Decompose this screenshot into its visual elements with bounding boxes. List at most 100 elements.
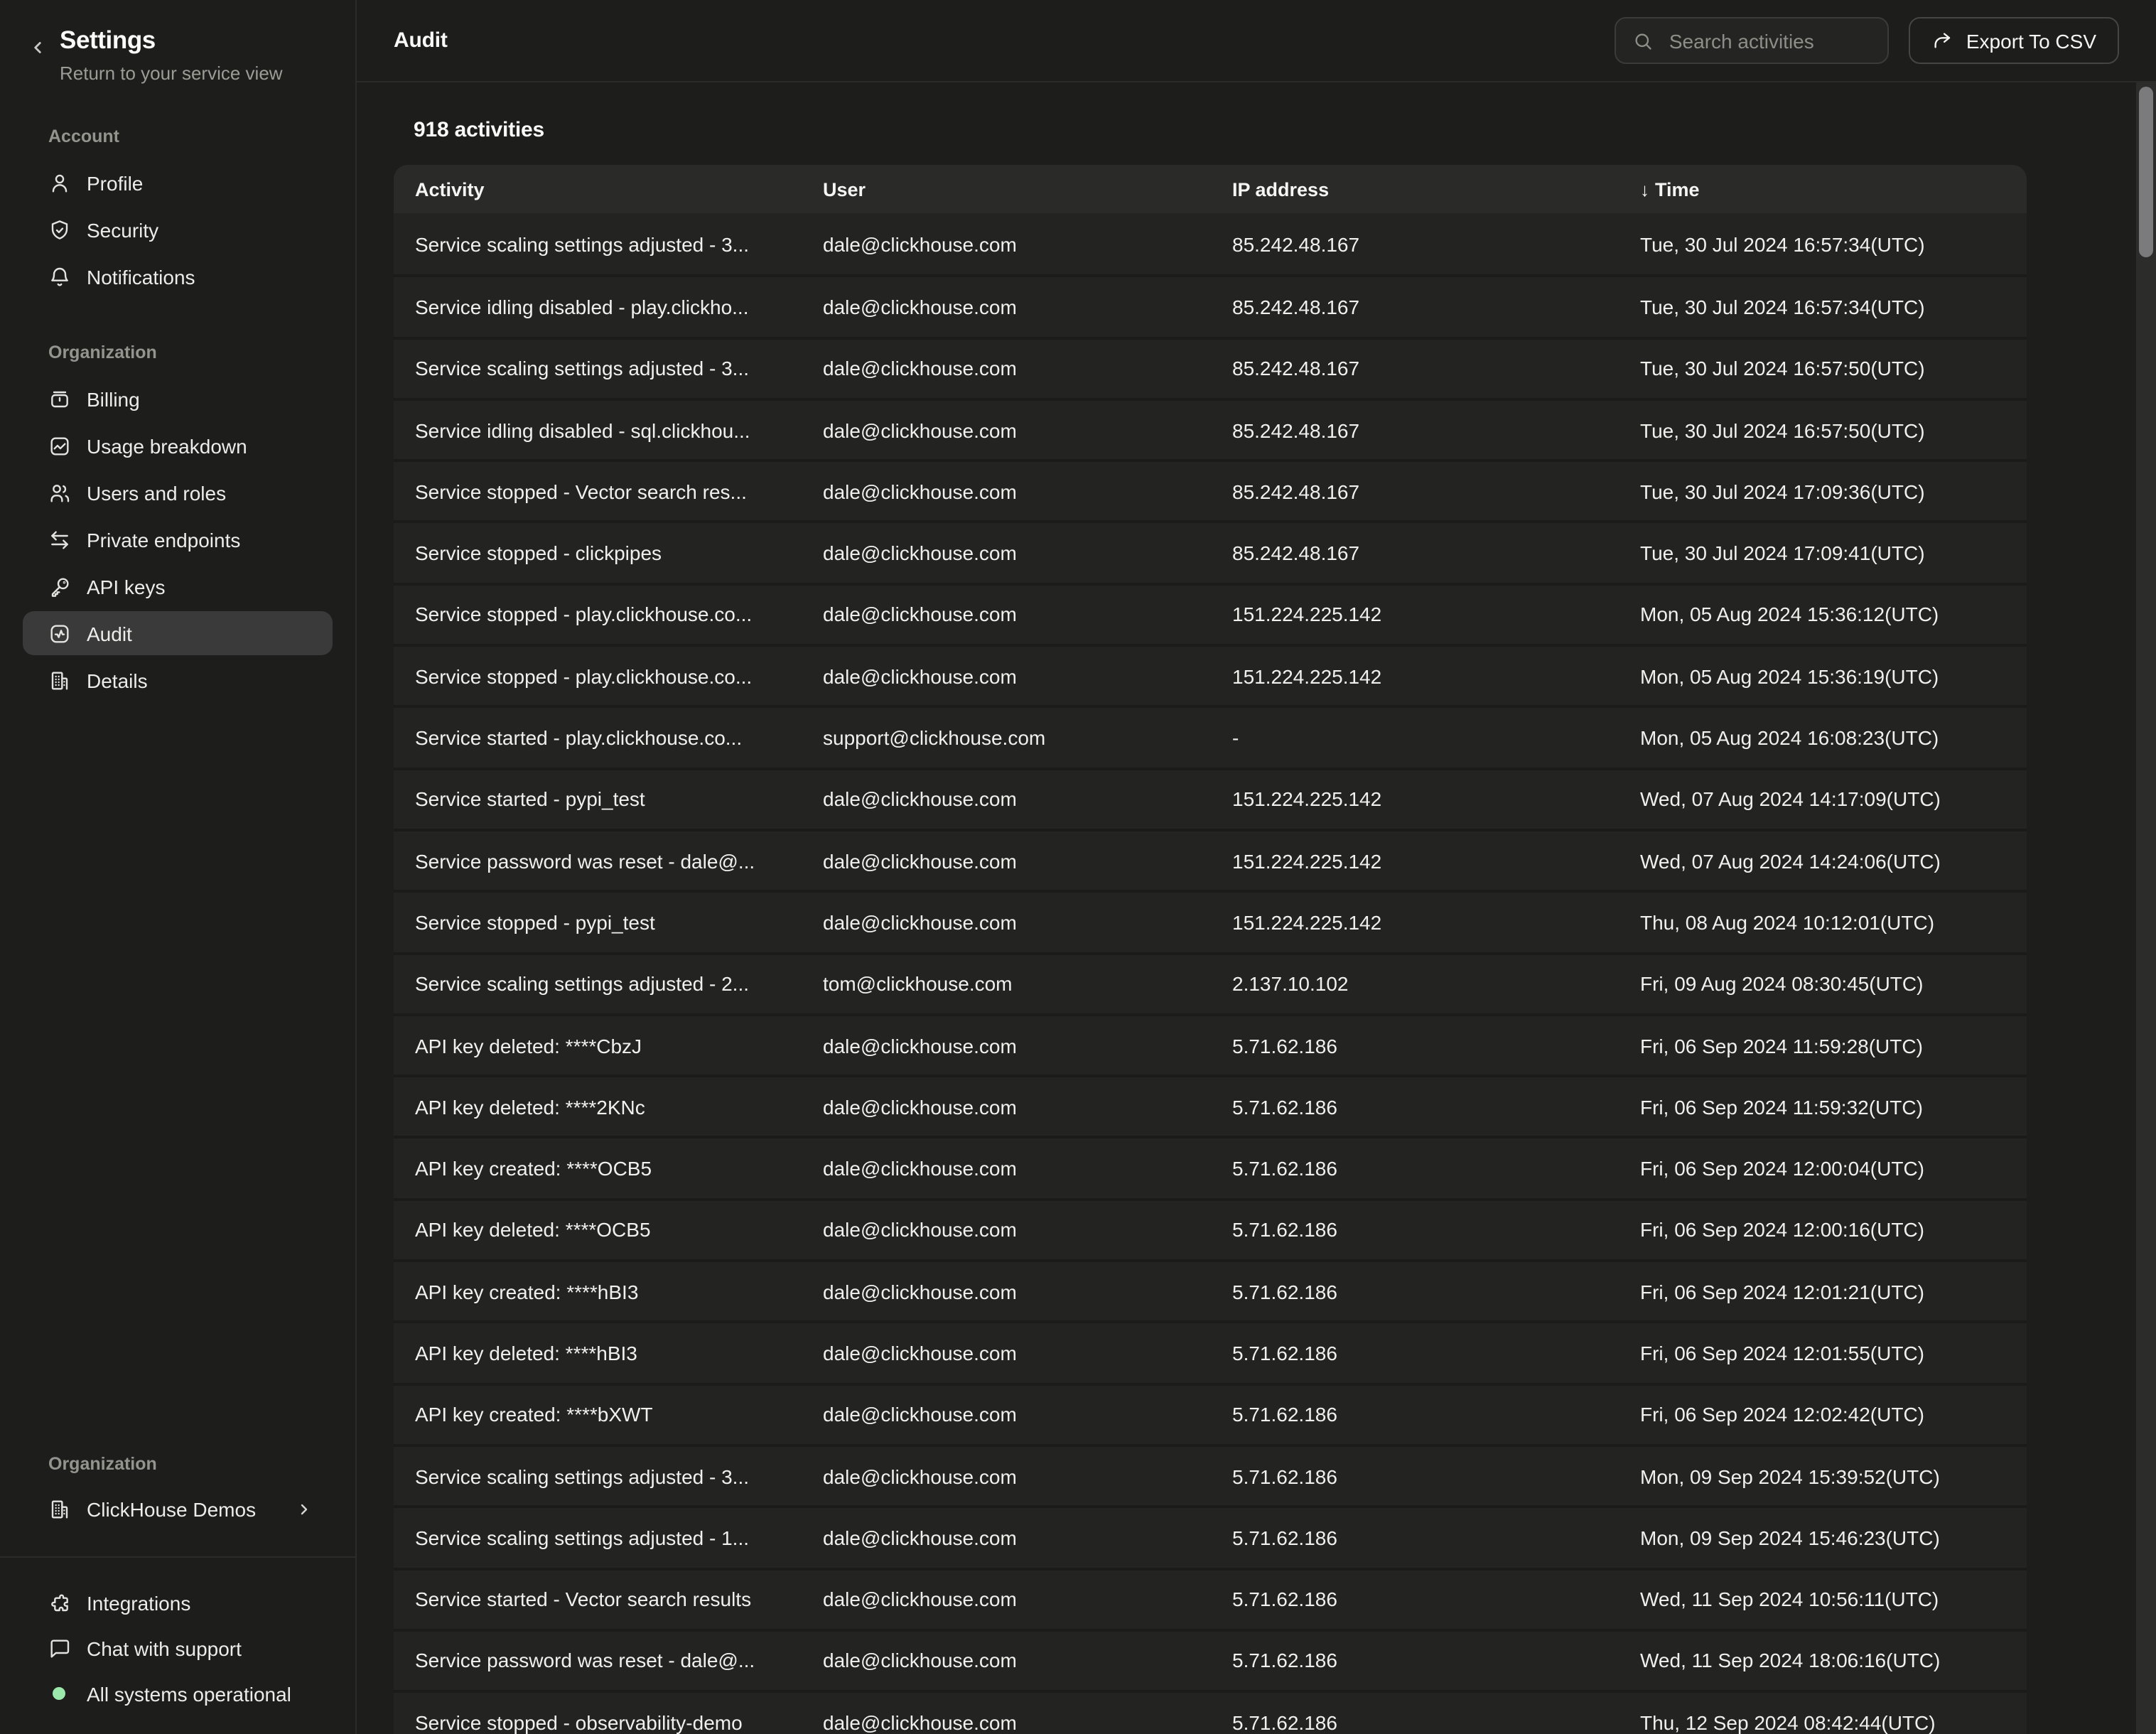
time-cell: Wed, 11 Sep 2024 10:56:11(UTC) xyxy=(1640,1588,2027,1610)
time-cell: Mon, 05 Aug 2024 15:36:12(UTC) xyxy=(1640,603,2027,626)
sidebar-item-users-and-roles[interactable]: Users and roles xyxy=(23,470,333,515)
main-area: Audit Export To CSV 918 activities Activ… xyxy=(357,0,2156,1734)
scrollbar-thumb[interactable] xyxy=(2139,87,2153,257)
sidebar-item-api-keys[interactable]: API keys xyxy=(23,564,333,608)
table-row: Service scaling settings adjusted - 3...… xyxy=(394,336,2027,398)
user-cell: dale@clickhouse.com xyxy=(823,1465,1232,1487)
user-icon xyxy=(48,171,71,194)
activity-cell: Service password was reset - dale@... xyxy=(394,849,823,872)
activity-count: 918 activities xyxy=(414,118,2119,142)
ip-cell: 151.224.225.142 xyxy=(1232,664,1640,687)
user-cell: dale@clickhouse.com xyxy=(823,1711,1232,1734)
sidebar-item-label: Security xyxy=(87,218,158,241)
users-icon xyxy=(48,481,71,504)
time-cell: Mon, 05 Aug 2024 15:36:19(UTC) xyxy=(1640,664,2027,687)
activity-cell: Service stopped - observability-demo xyxy=(394,1711,823,1734)
sidebar-item-label: Chat with support xyxy=(87,1637,242,1659)
sidebar-item-security[interactable]: Security xyxy=(23,208,333,252)
time-cell: Fri, 06 Sep 2024 11:59:28(UTC) xyxy=(1640,1034,2027,1057)
table-row: Service scaling settings adjusted - 3...… xyxy=(394,213,2027,275)
column-header-ip[interactable]: IP address xyxy=(1232,178,1640,200)
time-cell: Fri, 06 Sep 2024 12:00:16(UTC) xyxy=(1640,1219,2027,1242)
time-cell: Fri, 06 Sep 2024 12:01:21(UTC) xyxy=(1640,1280,2027,1303)
activity-cell: Service stopped - play.clickhouse.co... xyxy=(394,603,823,626)
sidebar-item-notifications[interactable]: Notifications xyxy=(23,254,333,298)
time-cell: Fri, 06 Sep 2024 12:02:42(UTC) xyxy=(1640,1404,2027,1426)
table-row: Service password was reset - dale@... da… xyxy=(394,829,2027,890)
org-switcher-name: ClickHouse Demos xyxy=(87,1497,256,1520)
sidebar-item-profile[interactable]: Profile xyxy=(23,161,333,205)
user-cell: tom@clickhouse.com xyxy=(823,972,1232,995)
table-row: Service stopped - pypi_test dale@clickho… xyxy=(394,890,2027,952)
table-row: Service started - Vector search results … xyxy=(394,1567,2027,1629)
table-row: Service stopped - clickpipes dale@clickh… xyxy=(394,521,2027,583)
org-switcher[interactable]: ClickHouse Demos xyxy=(23,1487,333,1531)
activity-cell: Service stopped - pypi_test xyxy=(394,911,823,934)
sidebar-item-label: Audit xyxy=(87,622,132,645)
back-button[interactable] xyxy=(28,38,47,57)
sidebar-item-details[interactable]: Details xyxy=(23,658,333,702)
sidebar-item-label: Profile xyxy=(87,171,143,194)
time-cell: Tue, 30 Jul 2024 16:57:50(UTC) xyxy=(1640,419,2027,441)
table-row: Service password was reset - dale@... da… xyxy=(394,1629,2027,1691)
account-nav: Profile Security Notifications xyxy=(0,159,355,300)
user-cell: dale@clickhouse.com xyxy=(823,1342,1232,1364)
activity-cell: API key created: ****bXWT xyxy=(394,1404,823,1426)
arrows-swap-icon xyxy=(48,528,71,551)
ip-cell: 151.224.225.142 xyxy=(1232,911,1640,934)
vertical-scrollbar[interactable] xyxy=(2136,82,2156,1734)
status-dot xyxy=(53,1687,65,1700)
user-cell: dale@clickhouse.com xyxy=(823,788,1232,811)
chevron-right-icon xyxy=(296,1500,313,1517)
search-box[interactable] xyxy=(1615,17,1890,64)
ip-cell: 5.71.62.186 xyxy=(1232,1034,1640,1057)
activity-cell: API key deleted: ****CbzJ xyxy=(394,1034,823,1057)
time-cell: Fri, 06 Sep 2024 12:00:04(UTC) xyxy=(1640,1157,2027,1180)
section-label-organization: Organization xyxy=(48,343,333,362)
table-row: Service stopped - observability-demo dal… xyxy=(394,1690,2027,1734)
activity-cell: Service scaling settings adjusted - 3... xyxy=(394,357,823,379)
time-cell: Thu, 08 Aug 2024 10:12:01(UTC) xyxy=(1640,911,2027,934)
sidebar-item-billing[interactable]: Billing xyxy=(23,377,333,421)
key-icon xyxy=(48,575,71,598)
page-title: Audit xyxy=(394,28,448,53)
sidebar-item-usage-breakdown[interactable]: Usage breakdown xyxy=(23,424,333,468)
settings-subtitle: Return to your service view xyxy=(60,63,283,84)
sidebar-item-audit[interactable]: Audit xyxy=(23,611,333,655)
table-row: API key created: ****bXWT dale@clickhous… xyxy=(394,1382,2027,1444)
ip-cell: 151.224.225.142 xyxy=(1232,603,1640,626)
activity-cell: Service started - Vector search results xyxy=(394,1588,823,1610)
activity-cell: Service started - play.clickhouse.co... xyxy=(394,726,823,749)
ip-cell: 151.224.225.142 xyxy=(1232,788,1640,811)
shield-check-icon xyxy=(48,218,71,241)
sidebar-item-private-endpoints[interactable]: Private endpoints xyxy=(23,517,333,561)
table-row: API key deleted: ****CbzJ dale@clickhous… xyxy=(394,1013,2027,1075)
sidebar-item-chat-support[interactable]: Chat with support xyxy=(23,1626,333,1670)
ip-cell: 85.242.48.167 xyxy=(1232,542,1640,564)
export-csv-button[interactable]: Export To CSV xyxy=(1909,17,2119,64)
chevron-left-icon xyxy=(28,38,47,57)
table-row: Service idling disabled - sql.clickhou..… xyxy=(394,398,2027,460)
ip-cell: 151.224.225.142 xyxy=(1232,849,1640,872)
column-header-user[interactable]: User xyxy=(823,178,1232,200)
column-header-time[interactable]: ↓Time xyxy=(1640,178,2027,200)
sidebar-item-system-status[interactable]: All systems operational xyxy=(23,1671,333,1716)
activity-cell: Service idling disabled - sql.clickhou..… xyxy=(394,419,823,441)
activity-square-icon xyxy=(48,622,71,645)
settings-title: Settings xyxy=(60,26,283,55)
user-cell: dale@clickhouse.com xyxy=(823,603,1232,626)
sort-descending-icon: ↓ xyxy=(1640,178,1649,200)
sidebar-divider xyxy=(0,1556,355,1558)
topbar-actions: Export To CSV xyxy=(1615,17,2119,64)
table-row: API key created: ****OCB5 dale@clickhous… xyxy=(394,1136,2027,1198)
activity-cell: Service scaling settings adjusted - 3... xyxy=(394,1465,823,1487)
sidebar-item-integrations[interactable]: Integrations xyxy=(23,1580,333,1625)
column-header-activity[interactable]: Activity xyxy=(394,178,823,200)
time-cell: Tue, 30 Jul 2024 16:57:34(UTC) xyxy=(1640,296,2027,318)
search-input[interactable] xyxy=(1666,28,1871,53)
building-icon xyxy=(48,1497,71,1520)
ip-cell: - xyxy=(1232,726,1640,749)
activity-cell: Service scaling settings adjusted - 3... xyxy=(394,232,823,255)
sidebar-item-label: Usage breakdown xyxy=(87,434,247,457)
table-row: Service started - play.clickhouse.co... … xyxy=(394,706,2027,768)
